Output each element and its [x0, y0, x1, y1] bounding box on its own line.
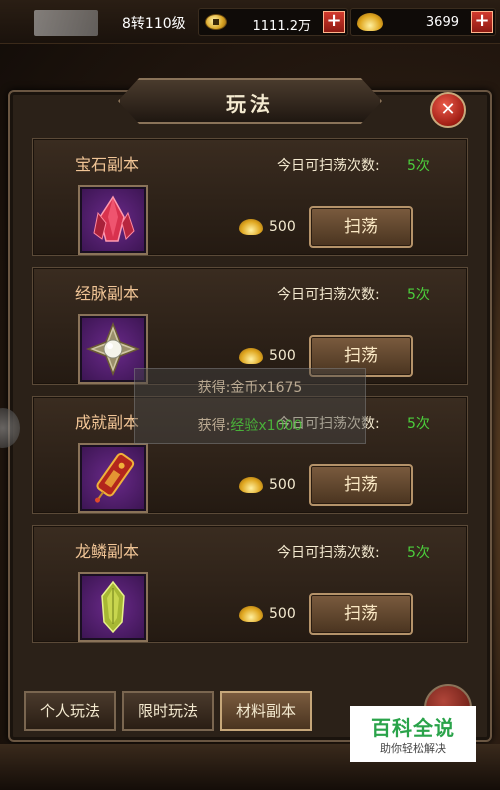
- tab-personal-play[interactable]: 个人玩法: [24, 691, 116, 731]
- dragon-scale-item-slot[interactable]: [78, 572, 148, 642]
- gold-ingot-icon: [239, 477, 263, 493]
- dungeon-name: 宝石副本: [75, 155, 140, 174]
- watermark-title: 百科全说: [371, 716, 455, 740]
- gold-ingot-icon: [239, 348, 263, 364]
- gold-ingot-icon: [239, 606, 263, 622]
- sweep-quota-label: 今日可扫荡次数:: [277, 545, 380, 561]
- green-scale-icon: [101, 580, 125, 634]
- dungeon-row-dragon-scale: 龙鳞副本 今日可扫荡次数: 5次 500 扫荡: [32, 525, 468, 643]
- watermark: 百科全说 助你轻松解决: [350, 706, 476, 762]
- coin-icon: [205, 14, 227, 30]
- player-name-blurred: [34, 10, 98, 36]
- player-level: 8转110级: [122, 16, 186, 32]
- sweep-quota-label: 今日可扫荡次数:: [277, 287, 380, 303]
- dungeon-name: 龙鳞副本: [75, 542, 140, 561]
- dungeon-name: 成就副本: [75, 413, 140, 432]
- sweep-cost: 500: [269, 477, 296, 493]
- close-button[interactable]: ✕: [430, 92, 466, 128]
- coin-amount: 1111.2万: [252, 19, 312, 34]
- sweep-quota-count: 5次: [407, 545, 430, 561]
- top-bar: 8转110级 1111.2万 + 3699 +: [0, 0, 500, 44]
- gold-ingot-icon: [239, 219, 263, 235]
- sweep-quota-count: 5次: [407, 416, 430, 432]
- achievement-item-slot[interactable]: [78, 443, 148, 513]
- dungeon-row-gem: 宝石副本 今日可扫荡次数: 5次 500 扫荡: [32, 138, 468, 256]
- watermark-subtitle: 助你轻松解决: [380, 742, 446, 755]
- toast-exp-reward: 获得:经验x1000: [135, 415, 365, 435]
- dungeon-name: 经脉副本: [75, 284, 140, 303]
- ingot-counter: 3699 +: [350, 8, 496, 36]
- sweep-button[interactable]: 扫荡: [309, 593, 413, 635]
- tab-limited-time-play[interactable]: 限时玩法: [122, 691, 214, 731]
- tab-material-dungeon[interactable]: 材料副本: [220, 691, 312, 731]
- sweep-cost: 500: [269, 606, 296, 622]
- toast-exp-prefix: 获得:: [197, 418, 231, 434]
- coin-counter: 1111.2万 +: [198, 8, 348, 36]
- toast-coin-reward: 获得:金币x1675: [197, 380, 303, 396]
- ingot-amount: 3699: [425, 15, 459, 30]
- toast-exp-value: 经验x1000: [230, 418, 303, 434]
- token-plaque-icon: [95, 452, 135, 503]
- red-crystal-icon: [93, 195, 135, 242]
- sweep-button[interactable]: 扫荡: [309, 464, 413, 506]
- sweep-cost: 500: [269, 348, 296, 364]
- sweep-quota-count: 5次: [407, 158, 430, 174]
- gold-ingot-icon: [357, 13, 383, 31]
- reward-toast: 获得:金币x1675 获得:经验x1000: [134, 368, 366, 444]
- add-ingots-button[interactable]: +: [471, 11, 493, 33]
- add-coins-button[interactable]: +: [323, 11, 345, 33]
- sweep-quota-label: 今日可扫荡次数:: [277, 158, 380, 174]
- sweep-cost: 500: [269, 219, 296, 235]
- sweep-button[interactable]: 扫荡: [309, 206, 413, 248]
- sweep-quota-count: 5次: [407, 287, 430, 303]
- panel-title: 玩法: [226, 92, 274, 116]
- gem-item-slot[interactable]: [78, 185, 148, 255]
